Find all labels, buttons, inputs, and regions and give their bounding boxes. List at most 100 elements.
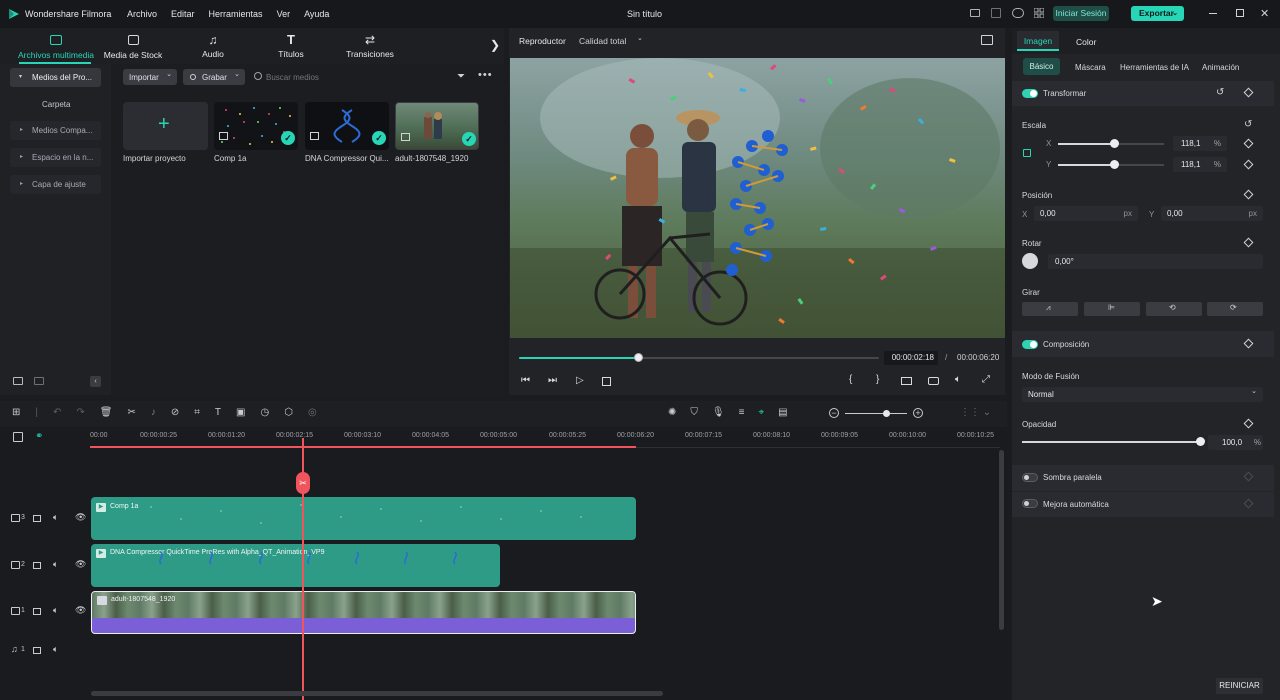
timeline-ruler[interactable]: 00:00 00:00:00:25 00:00:01:20 00:00:02:1… (90, 428, 1000, 448)
menu-ayuda[interactable]: Ayuda (304, 9, 329, 19)
speaker-icon[interactable]: 🔈︎ (53, 559, 58, 570)
layout-icon[interactable] (970, 9, 980, 17)
cloud-icon[interactable] (1012, 8, 1024, 18)
folder-icon[interactable] (34, 377, 44, 385)
save-icon[interactable] (991, 8, 1001, 18)
position-x-field[interactable]: 0,00 px (1034, 206, 1138, 221)
auto-enhance-toggle[interactable] (1022, 499, 1038, 508)
horizontal-scrollbar[interactable] (91, 691, 663, 696)
mark-in-icon[interactable]: { (849, 374, 852, 385)
scale-y-field[interactable]: 118,1 % (1173, 157, 1227, 172)
mic-icon[interactable]: 🎙︎ (712, 407, 725, 418)
eye-icon[interactable]: 👁︎ (75, 605, 86, 616)
mark-out-icon[interactable]: } (876, 374, 879, 385)
eye-icon[interactable]: 👁︎ (75, 559, 86, 570)
delete-icon[interactable]: 🗑︎ (100, 407, 113, 418)
speaker-icon[interactable]: 🔈︎ (53, 644, 58, 655)
rotate-left-button[interactable]: ⟲ (1146, 302, 1202, 316)
tab-imagen[interactable]: Imagen (1017, 31, 1059, 51)
speaker-icon[interactable]: 🔈︎ (53, 512, 58, 523)
rotate-field[interactable]: 0,00° (1048, 254, 1263, 269)
volume-icon[interactable]: 🔈︎ (955, 374, 961, 385)
subtab-basico[interactable]: Básico (1023, 58, 1060, 75)
stop-icon[interactable] (602, 377, 611, 386)
scale-y-slider[interactable] (1058, 160, 1164, 169)
render-icon[interactable]: ✺ (668, 407, 676, 418)
zoom-slider[interactable] (845, 410, 907, 417)
tab-color[interactable]: Color (1076, 37, 1096, 47)
minimize-icon[interactable] (1209, 13, 1217, 14)
position-y-field[interactable]: 0,00 px (1161, 206, 1263, 221)
shadow-toggle[interactable] (1022, 473, 1038, 482)
rotate-right-button[interactable]: ⟳ (1207, 302, 1263, 316)
tab-audio[interactable]: ♫ Audio (186, 32, 240, 62)
subtab-mascara[interactable]: Máscara (1075, 63, 1106, 72)
display-icon[interactable] (901, 377, 912, 385)
playback-handle[interactable] (633, 353, 643, 362)
zoom-in-icon[interactable]: + (913, 408, 923, 418)
media-thumb-dna[interactable]: ✓ (305, 102, 389, 150)
tab-archivos-multimedia[interactable]: Archivos multimedia (16, 32, 96, 62)
login-button[interactable]: Iniciar Sesión (1053, 6, 1109, 21)
subtab-herramientas-ia[interactable]: Herramientas de IA (1120, 63, 1189, 72)
record-dropdown[interactable]: Grabar ⌄ (183, 69, 245, 85)
menu-editar[interactable]: Editar (171, 9, 195, 19)
scale-reset-icon[interactable]: ↺ (1244, 119, 1252, 130)
reset-icon[interactable]: ↺ (1216, 87, 1224, 98)
fullscreen-icon[interactable]: ⤢ (982, 374, 990, 385)
sidebar-item-adjustment-layer[interactable]: ▸ Capa de ajuste (10, 175, 101, 194)
folder-icon[interactable] (33, 515, 41, 522)
shield-icon[interactable]: ⛉ (690, 407, 698, 418)
composition-toggle[interactable] (1022, 340, 1038, 349)
sidebar-item-shared-media[interactable]: ▸ Medios Compa... (10, 121, 101, 140)
play-icon[interactable]: ▷ (576, 375, 584, 386)
import-project-tile[interactable]: + (123, 102, 208, 150)
opacity-handle[interactable] (1196, 437, 1205, 446)
folder-icon[interactable] (33, 562, 41, 569)
cut-icon[interactable]: ✂ (127, 407, 135, 418)
tab-transiciones[interactable]: ⇄ Transiciones (340, 32, 400, 62)
grid-apps-icon[interactable] (1034, 8, 1044, 18)
crop-icon[interactable]: ⌗ (194, 407, 200, 418)
preview-icon[interactable]: ▤ (778, 407, 787, 418)
next-frame-icon[interactable]: ⏭ (548, 375, 557, 386)
subtab-animacion[interactable]: Animación (1202, 63, 1239, 72)
track-manager-icon[interactable] (13, 432, 23, 442)
camera-icon[interactable] (928, 377, 939, 385)
media-thumb-comp-1a[interactable]: ✓ (214, 102, 298, 150)
maximize-icon[interactable] (1236, 9, 1244, 17)
undo-icon[interactable]: ↶ (53, 407, 61, 418)
scale-x-field[interactable]: 118,1 % (1173, 136, 1227, 151)
export-button[interactable]: Exportar ⌄ (1131, 6, 1184, 21)
menu-archivo[interactable]: Archivo (127, 9, 157, 19)
collapse-sidebar-button[interactable]: ‹ (90, 376, 101, 387)
sidebar-item-folder[interactable]: Carpeta (42, 100, 70, 109)
speaker-icon[interactable]: 🔈︎ (53, 605, 58, 616)
link-track-icon[interactable]: ⚭ (35, 431, 43, 442)
layout-grid-icon[interactable]: ⊞ (12, 407, 20, 418)
vertical-scrollbar[interactable] (999, 450, 1004, 630)
image-edit-icon[interactable]: ▣ (236, 407, 245, 418)
filter-icon[interactable]: ⏷ (457, 71, 465, 82)
flip-vertical-button[interactable]: ⊫ (1084, 302, 1140, 316)
flip-horizontal-button[interactable]: ⩘ (1022, 302, 1078, 316)
rotate-dial[interactable] (1022, 253, 1038, 269)
tab-media-de-stock[interactable]: Media de Stock (100, 32, 166, 62)
playhead-cut-icon[interactable]: ✂ (296, 472, 310, 494)
sidebar-item-cloud-space[interactable]: ▸ Espacio en la n... (10, 148, 101, 167)
blend-mode-select[interactable]: Normal ⌄ (1022, 387, 1263, 402)
menu-ver[interactable]: Ver (277, 9, 291, 19)
clip-comp-1a[interactable]: ▶ Comp 1a (91, 497, 636, 540)
tag-icon[interactable]: ⬡ (284, 407, 293, 418)
text-icon[interactable]: T (215, 407, 221, 418)
tab-titulos[interactable]: T Títulos (264, 32, 318, 62)
link-icon[interactable] (1023, 149, 1031, 157)
slice-icon[interactable]: ⊘ (171, 407, 179, 418)
search-input[interactable] (266, 70, 436, 84)
transform-toggle[interactable] (1022, 89, 1038, 98)
sidebar-item-project-media[interactable]: ▾ Medios del Pro... (10, 68, 101, 87)
zoom-out-icon[interactable]: − (829, 408, 839, 418)
clip-adult-image[interactable]: adult-1807548_1920 (91, 591, 636, 634)
scale-x-slider[interactable] (1058, 139, 1164, 148)
chevron-right-icon[interactable]: ❯ (490, 38, 500, 52)
